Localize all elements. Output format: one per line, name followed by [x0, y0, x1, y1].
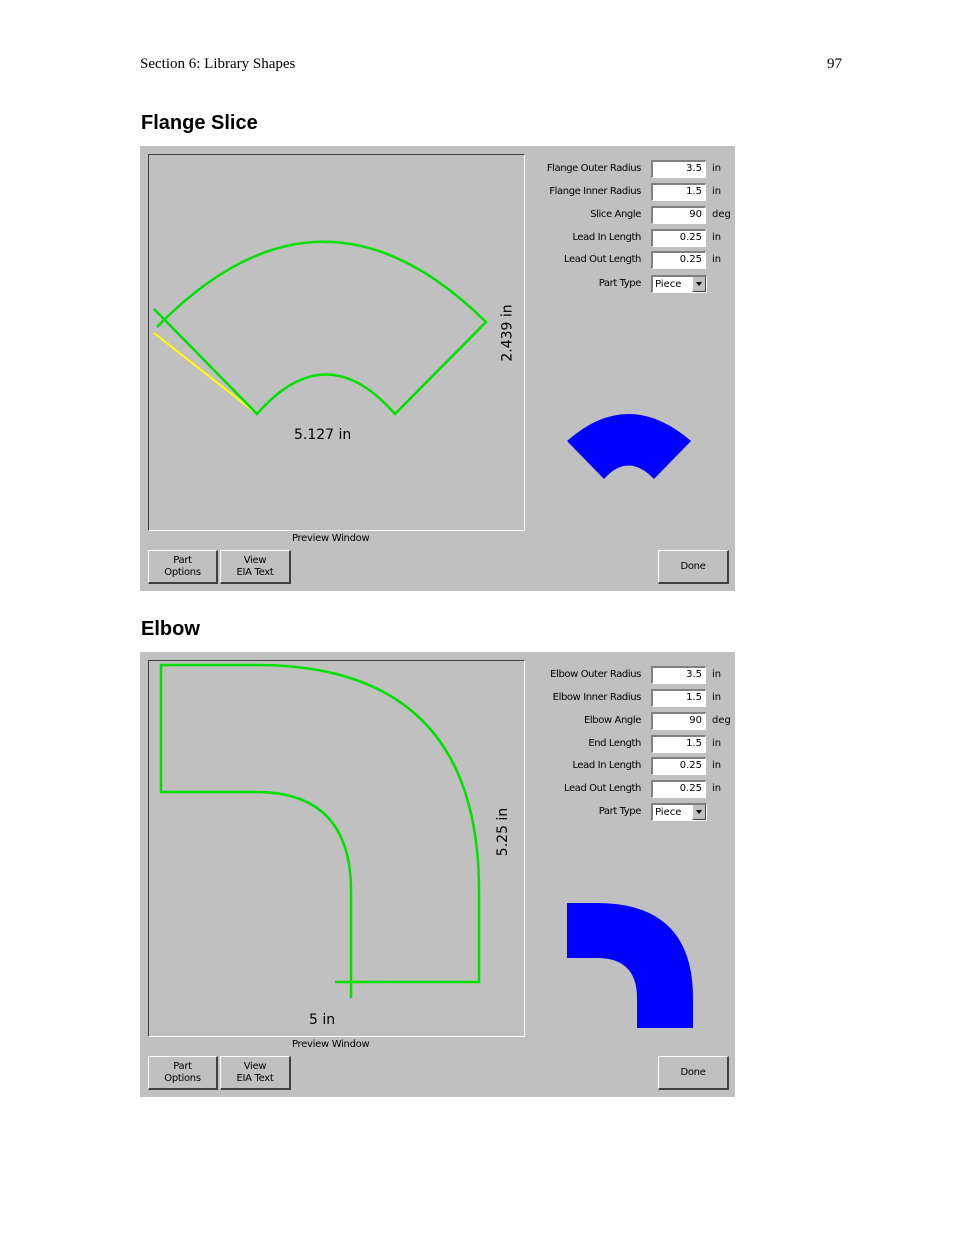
param-label: End Length: [588, 738, 641, 749]
height-dimension: 5.25 in: [495, 807, 512, 857]
done-button[interactable]: Done: [658, 550, 729, 584]
elbow-dialog: 5 in 5.25 in Preview Window Elbow Outer …: [140, 652, 735, 1097]
param-inner-radius: Elbow Inner Radius 1.5 in: [520, 689, 730, 709]
param-label: Slice Angle: [590, 209, 641, 220]
button-label: Done: [680, 1066, 706, 1078]
done-button[interactable]: Done: [658, 1056, 729, 1090]
param-label: Flange Inner Radius: [549, 186, 641, 197]
param-unit: in: [712, 163, 722, 174]
elbow-toolpath: [159, 663, 481, 998]
param-label: Elbow Outer Radius: [550, 669, 641, 680]
param-unit: in: [712, 669, 722, 680]
param-unit: in: [712, 760, 722, 771]
slice-angle-input[interactable]: 90: [651, 206, 706, 224]
part-type-value: Piece: [655, 279, 682, 290]
param-unit: deg: [712, 715, 731, 726]
param-lead-out: Lead Out Length 0.25 in: [520, 780, 730, 800]
width-dimension: 5.127 in: [294, 427, 352, 443]
page-number: 97: [827, 56, 842, 72]
param-label: Part Type: [598, 278, 642, 289]
param-label: Lead Out Length: [563, 254, 641, 265]
button-label: EIA Text: [236, 1072, 274, 1084]
lead-out-input[interactable]: 0.25: [651, 251, 706, 269]
param-label: Lead Out Length: [563, 783, 641, 794]
param-outer-radius: Flange Outer Radius 3.5 in: [520, 160, 730, 180]
height-dimension: 2.439 in: [499, 304, 516, 362]
elbow-shape-thumbnail: [567, 903, 693, 1028]
param-part-type: Part Type Piece: [520, 803, 730, 823]
button-label: Options: [164, 1072, 201, 1084]
lead-in-input[interactable]: 0.25: [651, 229, 706, 247]
preview-window: 5.127 in 2.439 in: [148, 154, 525, 531]
inner-radius-input[interactable]: 1.5: [651, 183, 706, 201]
param-label: Part Type: [598, 806, 642, 817]
param-unit: in: [712, 692, 722, 703]
button-label: View: [243, 1060, 267, 1072]
param-unit: in: [712, 783, 722, 794]
elbow-outline: [159, 663, 481, 998]
elbow-shape-fill: [567, 903, 693, 1028]
param-lead-in: Lead In Length 0.25 in: [520, 229, 730, 249]
button-label: Options: [164, 566, 201, 578]
preview-window: 5 in 5.25 in: [148, 660, 525, 1037]
lead-in-line: [153, 332, 258, 415]
part-type-value: Piece: [655, 807, 682, 818]
param-unit: in: [712, 254, 722, 265]
param-label: Elbow Inner Radius: [552, 692, 642, 703]
view-eia-text-button[interactable]: View EIA Text: [220, 1056, 291, 1090]
section-heading: Section 6: Library Shapes: [140, 56, 296, 72]
inner-radius-input[interactable]: 1.5: [651, 689, 706, 707]
param-label: Flange Outer Radius: [546, 163, 642, 174]
param-end-length: End Length 1.5 in: [520, 735, 730, 755]
lead-out-input[interactable]: 0.25: [651, 780, 706, 798]
flange-slice-title: Flange Slice: [141, 112, 258, 134]
lead-in-input[interactable]: 0.25: [651, 757, 706, 775]
flange-shape-fill: [567, 414, 691, 479]
param-part-type: Part Type Piece: [520, 275, 730, 295]
chevron-down-icon[interactable]: [692, 277, 706, 292]
param-outer-radius: Elbow Outer Radius 3.5 in: [520, 666, 730, 686]
param-label: Lead In Length: [572, 760, 641, 771]
param-unit: in: [712, 738, 722, 749]
flange-slice-dialog: 5.127 in 2.439 in Preview Window Flange …: [140, 146, 735, 591]
button-label: Part: [173, 1060, 192, 1072]
param-unit: deg: [712, 209, 731, 220]
part-options-button[interactable]: Part Options: [148, 1056, 218, 1090]
elbow-angle-input[interactable]: 90: [651, 712, 706, 730]
preview-window-label: Preview Window: [292, 1039, 370, 1050]
param-elbow-angle: Elbow Angle 90 deg: [520, 712, 731, 732]
button-label: Done: [680, 560, 706, 572]
outer-radius-input[interactable]: 3.5: [651, 160, 706, 178]
param-unit: in: [712, 186, 722, 197]
width-dimension: 5 in: [309, 1012, 336, 1028]
preview-window-label: Preview Window: [292, 533, 370, 544]
param-unit: in: [712, 232, 722, 243]
param-label: Elbow Angle: [584, 715, 641, 726]
part-type-select[interactable]: Piece: [651, 275, 707, 293]
end-length-input[interactable]: 1.5: [651, 735, 706, 753]
part-options-button[interactable]: Part Options: [148, 550, 218, 584]
flange-toolpath: [153, 240, 488, 416]
param-inner-radius: Flange Inner Radius 1.5 in: [520, 183, 730, 203]
flange-shape-thumbnail: [567, 414, 691, 479]
view-eia-text-button[interactable]: View EIA Text: [220, 550, 291, 584]
flange-outline: [153, 240, 488, 416]
param-lead-in: Lead In Length 0.25 in: [520, 757, 730, 777]
button-label: Part: [173, 554, 192, 566]
button-label: View: [243, 554, 267, 566]
part-type-select[interactable]: Piece: [651, 803, 707, 821]
button-label: EIA Text: [236, 566, 274, 578]
param-slice-angle: Slice Angle 90 deg: [520, 206, 731, 226]
outer-radius-input[interactable]: 3.5: [651, 666, 706, 684]
elbow-title: Elbow: [141, 618, 200, 640]
param-label: Lead In Length: [572, 232, 641, 243]
chevron-down-icon[interactable]: [692, 805, 706, 820]
param-lead-out: Lead Out Length 0.25 in: [520, 251, 730, 271]
